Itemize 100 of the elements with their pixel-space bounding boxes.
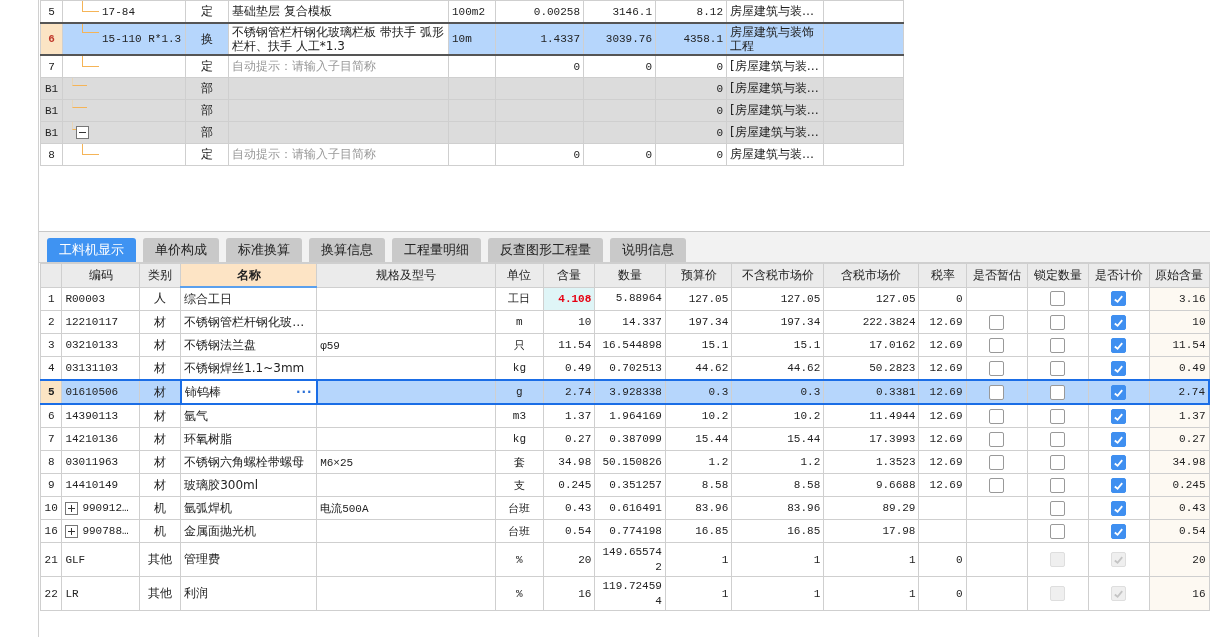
table-cell: 0.49: [564, 362, 592, 374]
material-name: 金属面抛光机: [184, 522, 257, 540]
checkbox[interactable]: [1111, 454, 1126, 470]
table-cell: 0.702513: [609, 361, 662, 374]
table-cell: 0.3381: [875, 386, 916, 398]
collapse-icon[interactable]: [76, 126, 89, 139]
row-number: 21: [40, 542, 62, 577]
material-code: R00003: [65, 292, 105, 305]
table-cell: 10.2: [701, 410, 729, 422]
checkbox[interactable]: [1111, 500, 1126, 516]
column-header[interactable]: 编码: [61, 263, 140, 287]
checkbox[interactable]: [1050, 291, 1065, 307]
checkbox[interactable]: [1111, 291, 1126, 307]
tab[interactable]: 换算信息: [309, 238, 385, 262]
table-cell: 1: [813, 553, 821, 566]
column-header[interactable]: 名称: [180, 263, 317, 287]
table-cell: 17.98: [882, 525, 916, 537]
table-cell: 0: [955, 587, 963, 600]
checkbox[interactable]: [1111, 431, 1126, 447]
row-number: 5: [40, 380, 62, 404]
checkbox[interactable]: [1050, 360, 1065, 376]
checkbox[interactable]: [1050, 384, 1065, 400]
table-cell: 3039.76: [605, 33, 652, 45]
column-header[interactable]: 含税市场价: [823, 263, 919, 287]
column-header[interactable]: 数量: [594, 263, 666, 287]
column-header[interactable]: 是否暂估: [966, 263, 1028, 287]
checkbox[interactable]: [989, 408, 1005, 424]
row-number: 8: [40, 450, 62, 474]
checkbox[interactable]: [989, 477, 1005, 493]
checkbox[interactable]: [1111, 337, 1126, 353]
table-cell: 机: [140, 519, 181, 543]
table-cell: 20: [578, 553, 592, 566]
checkbox[interactable]: [1050, 523, 1065, 539]
checkbox[interactable]: [1050, 337, 1065, 353]
checkbox[interactable]: [1050, 314, 1065, 330]
table-cell: 台班: [495, 519, 544, 543]
column-header[interactable]: 单位: [495, 263, 544, 287]
table-cell: 0.54: [564, 525, 592, 537]
checkbox[interactable]: [989, 454, 1005, 470]
checkbox[interactable]: [1050, 477, 1065, 493]
table-cell: 台班: [495, 496, 544, 520]
material-name: 不锈钢法兰盘: [184, 336, 257, 354]
table-cell: 12.69: [929, 386, 963, 398]
table-cell: m3: [495, 404, 544, 428]
column-header[interactable]: 锁定数量: [1027, 263, 1088, 287]
tab[interactable]: 单价构成: [143, 238, 219, 262]
table-cell: 127.05: [875, 292, 916, 305]
checkbox[interactable]: [989, 314, 1005, 330]
row-number: B1: [40, 99, 63, 122]
checkbox[interactable]: [1050, 454, 1065, 470]
checkbox[interactable]: [1111, 408, 1126, 424]
checkbox[interactable]: [1111, 477, 1126, 493]
row-number: 9: [40, 473, 62, 497]
tab[interactable]: 工程量明细: [392, 238, 481, 262]
column-header[interactable]: 规格及型号: [316, 263, 496, 287]
item-name: 不锈钢管栏杆钢化玻璃栏板 带扶手 弧形栏杆、扶手 人工*1.3: [232, 25, 444, 53]
checkbox[interactable]: [989, 431, 1005, 447]
table-cell: 材: [140, 333, 181, 357]
checkbox[interactable]: [989, 384, 1005, 400]
checkbox[interactable]: [1050, 431, 1065, 447]
expand-icon[interactable]: [65, 501, 79, 515]
expand-icon[interactable]: [65, 524, 79, 538]
table-cell: M6×25: [320, 457, 354, 469]
checkbox[interactable]: [1050, 408, 1065, 424]
table-cell: 5.88964: [615, 292, 662, 305]
checkbox[interactable]: [1111, 384, 1126, 400]
row-number: B1: [40, 121, 63, 144]
table-cell: 10m: [452, 33, 472, 45]
column-header[interactable]: 原始含量: [1149, 263, 1209, 287]
table-cell: 1.2: [708, 456, 729, 468]
checkbox[interactable]: [1111, 314, 1126, 330]
more-button[interactable]: ···: [296, 385, 313, 399]
table-cell: 房屋建筑与装饰工程: [730, 25, 814, 53]
table-cell: 0.774198: [609, 524, 662, 537]
column-header[interactable]: 不含税市场价: [731, 263, 824, 287]
checkbox[interactable]: [989, 360, 1005, 376]
column-header[interactable]: 预算价: [665, 263, 732, 287]
column-header[interactable]: 是否计价: [1088, 263, 1149, 287]
row-number: 10: [40, 496, 62, 520]
table-cell: 套: [495, 450, 544, 474]
table-cell: 17.3993: [869, 433, 916, 445]
column-header[interactable]: 类别: [140, 263, 181, 287]
table-cell: 0: [645, 148, 652, 161]
tab[interactable]: 标准换算: [226, 238, 302, 262]
table-cell: 0.3: [708, 386, 729, 398]
checkbox[interactable]: [1111, 523, 1126, 539]
checkbox[interactable]: [1050, 500, 1065, 516]
table-cell: 材: [140, 473, 181, 497]
column-header[interactable]: 税率: [919, 263, 967, 287]
checkbox[interactable]: [1111, 360, 1126, 376]
column-header[interactable]: 含量: [543, 263, 595, 287]
table-cell: 0: [573, 60, 580, 73]
tab[interactable]: 说明信息: [610, 238, 686, 262]
tab[interactable]: 反查图形工程量: [488, 238, 603, 262]
table-cell: 其他: [140, 542, 181, 577]
table-cell: 12.69: [929, 316, 963, 328]
table-cell: 14.337: [622, 315, 662, 328]
material-code: 12210117: [65, 316, 119, 328]
table-cell: 10: [578, 316, 592, 328]
checkbox[interactable]: [989, 337, 1005, 353]
